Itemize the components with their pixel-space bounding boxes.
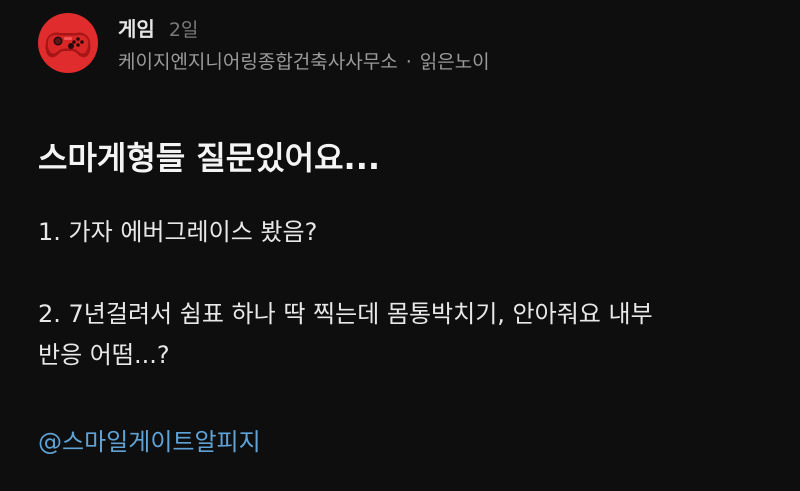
post-body: 1. 가자 에버그레이스 봤음? 2. 7년걸려서 쉼표 하나 딱 찍는데 몸통… [38,212,778,376]
author-nickname[interactable]: 읽은노이 [420,51,490,73]
post-meta: 게임 2일 케이지엔지니어링종합건축사사무소 · 읽은노이 [118,13,490,74]
post-time: 2일 [168,19,199,41]
post-title: 스마게형들 질문있어요... [38,139,381,177]
body-line: 1. 가자 에버그레이스 봤음? [38,218,318,246]
game-controller-icon [45,32,91,58]
post-header: 게임 2일 케이지엔지니어링종합건축사사무소 · 읽은노이 [38,13,490,75]
board-avatar[interactable] [38,13,98,73]
meta-separator: · [405,51,412,73]
board-name[interactable]: 게임 [118,13,155,42]
body-line: 반응 어떰...? [38,341,170,369]
body-line: 2. 7년걸려서 쉼표 하나 딱 찍는데 몸통박치기, 안아줘요 내부 [38,300,653,328]
author-company[interactable]: 케이지엔지니어링종합건축사사무소 [118,51,398,73]
mention-link[interactable]: @스마일게이트알피지 [38,422,261,457]
